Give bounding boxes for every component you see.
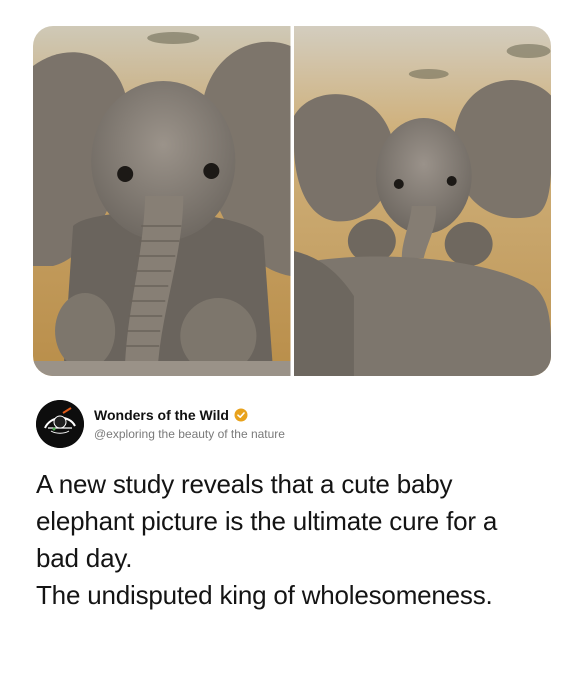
image-gallery (33, 26, 551, 376)
world-logo-icon (36, 400, 84, 448)
avatar[interactable] (36, 400, 84, 448)
elephant-photo-left[interactable] (33, 26, 291, 376)
author-name[interactable]: Wonders of the Wild (94, 407, 229, 423)
author-block: Wonders of the Wild @exploring the beaut… (36, 400, 285, 448)
post-line-1: A new study reveals that a cute baby ele… (36, 469, 498, 573)
verified-badge-icon (234, 408, 248, 422)
elephant-photo-right[interactable] (293, 26, 551, 376)
author-handle[interactable]: @exploring the beauty of the nature (94, 427, 285, 441)
post-line-2: The undisputed king of wholesomeness. (36, 580, 493, 610)
post-text: A new study reveals that a cute baby ele… (36, 466, 546, 614)
